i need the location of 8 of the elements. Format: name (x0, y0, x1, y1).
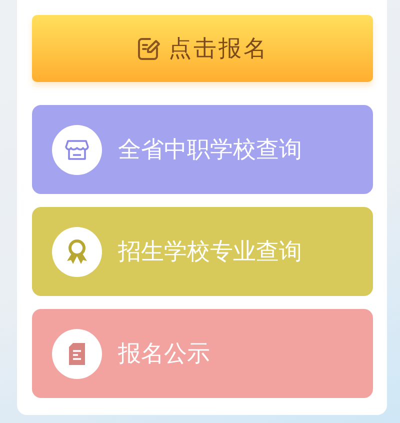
menu-item[interactable]: 报名公示 (32, 309, 373, 398)
store-icon (65, 138, 89, 160)
menu-item[interactable]: 招生学校专业查询 (32, 207, 373, 296)
document-icon (68, 342, 86, 366)
signup-button[interactable]: 点击报名 (32, 15, 373, 82)
award-ribbon-icon (65, 238, 89, 264)
menu-item[interactable]: 全省中职学校查询 (32, 105, 373, 194)
edit-icon (136, 36, 160, 60)
